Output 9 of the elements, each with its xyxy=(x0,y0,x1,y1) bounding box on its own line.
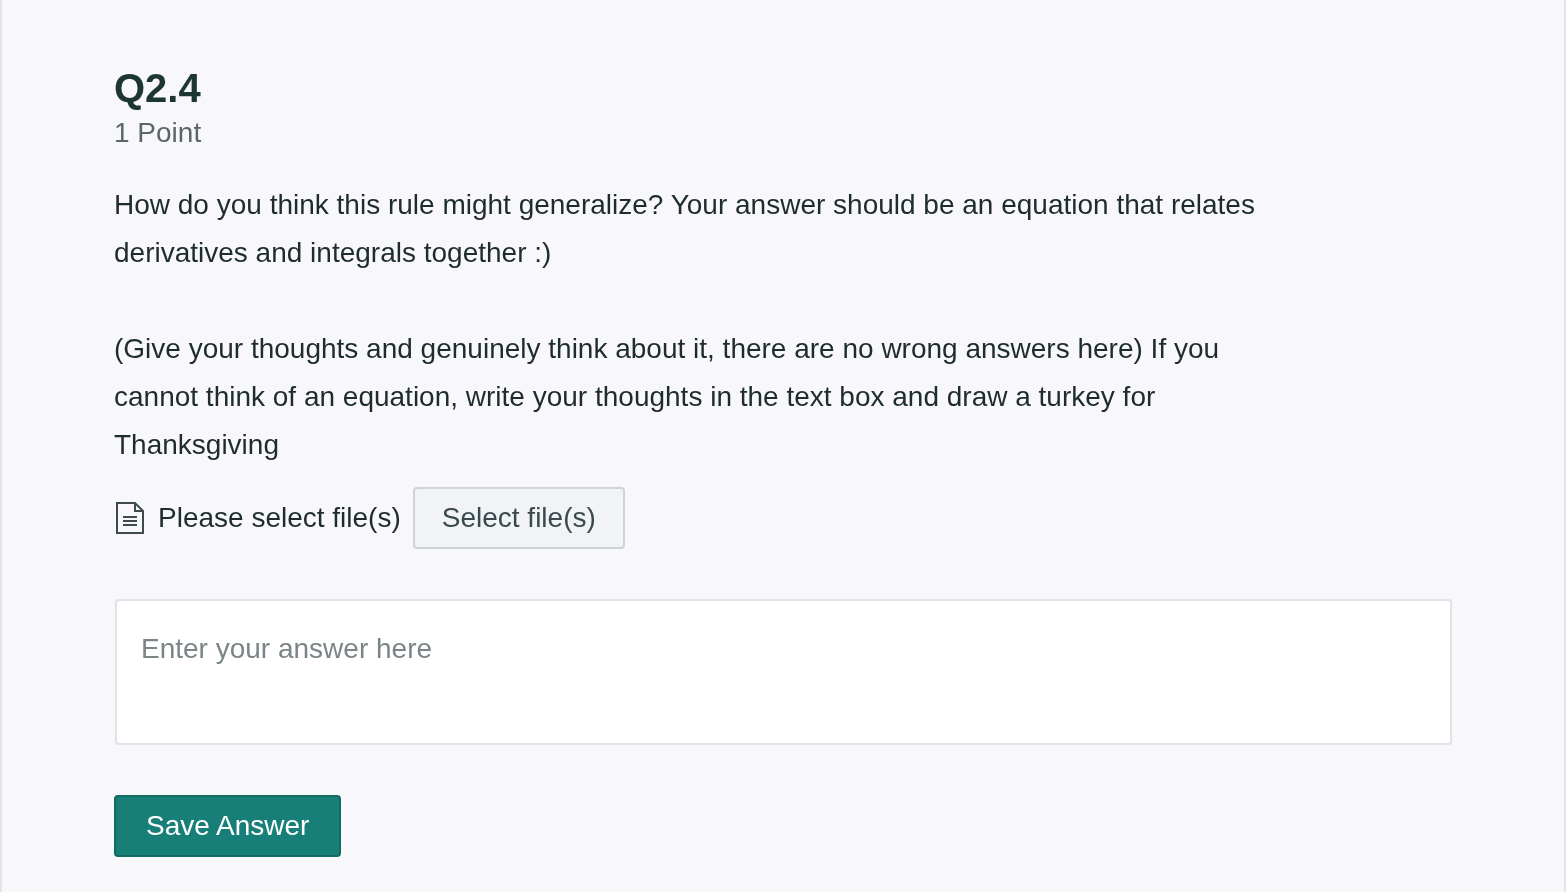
save-answer-button[interactable]: Save Answer xyxy=(114,795,342,857)
file-status-text: Please select file(s) xyxy=(158,501,401,535)
answer-field[interactable]: Enter your answer here xyxy=(115,599,1452,745)
question-title: Q2.4 xyxy=(114,66,201,110)
question-points: 1 Point xyxy=(114,116,202,150)
select-files-button[interactable]: Select file(s) xyxy=(412,487,625,549)
question-text: How do you think this rule might generalize? Your answer should be an equation that relates derivatives and integrals together :) xyxy=(114,188,1256,270)
question-text: (Give your thoughts and genuinely think about it, there are no wrong answers here) If you cannot think of an equation, write your thoughts in the text box and draw a turkey for Thanksgiving xyxy=(114,332,1221,462)
document-icon xyxy=(116,502,144,534)
